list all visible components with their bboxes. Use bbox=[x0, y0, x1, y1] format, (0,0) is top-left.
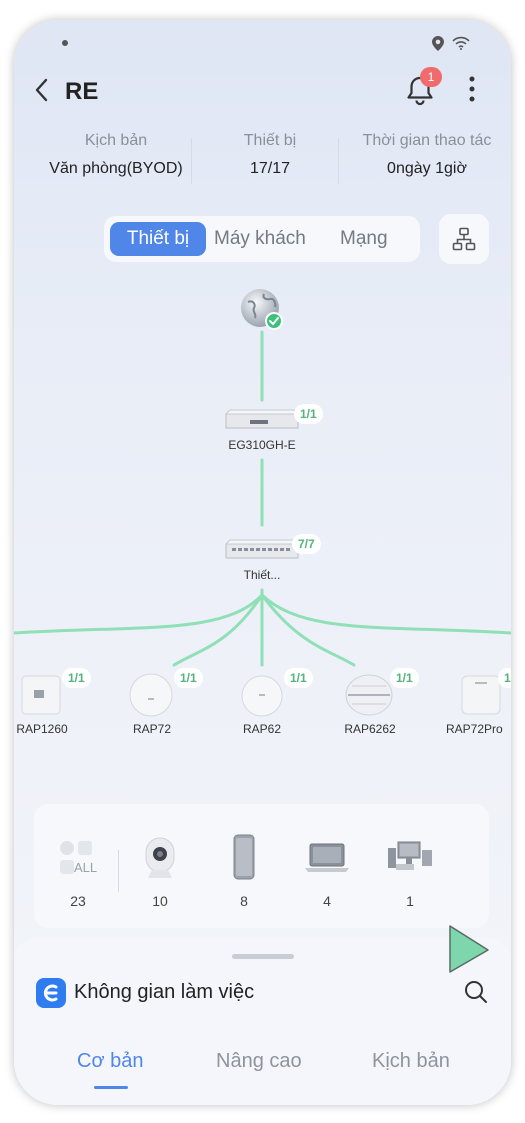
other-devices-icon bbox=[388, 841, 432, 870]
play-icon[interactable] bbox=[446, 922, 492, 974]
segment-network[interactable]: Mạng bbox=[340, 222, 388, 256]
topology-view-button[interactable] bbox=[439, 214, 489, 264]
all-count: 23 bbox=[70, 893, 86, 909]
all-label: ALL bbox=[74, 860, 98, 875]
gateway-icon bbox=[224, 409, 299, 429]
divider bbox=[191, 138, 192, 184]
ap-round-icon bbox=[241, 675, 283, 717]
ap-outdoor-icon bbox=[345, 674, 393, 716]
phone-count: 8 bbox=[240, 893, 248, 909]
phone-screen: RE 1 Kịch bản Văn phòng(BYOD) Thiết bị 1… bbox=[14, 20, 511, 1105]
ap-rap1260-label: RAP1260 bbox=[16, 722, 68, 736]
time-info: Thời gian thao tác 0ngày 1giờ bbox=[347, 132, 507, 178]
divider bbox=[118, 850, 119, 892]
topology-links bbox=[14, 330, 511, 667]
client-all[interactable]: ALL bbox=[58, 838, 98, 878]
ap-rap72[interactable] bbox=[128, 672, 174, 718]
ap-rap72pro-status: 1 bbox=[498, 668, 511, 688]
other-count: 1 bbox=[406, 893, 414, 909]
globe-icon bbox=[241, 289, 283, 330]
segment-device[interactable]: Thiết bị bbox=[110, 222, 206, 256]
phone-icon bbox=[233, 834, 255, 880]
tab-advanced[interactable]: Nâng cao bbox=[216, 1050, 302, 1073]
switch-status: 7/7 bbox=[292, 534, 321, 554]
ap-rap62-status: 1/1 bbox=[284, 668, 313, 688]
gateway-status: 1/1 bbox=[294, 404, 323, 424]
page-title: RE bbox=[65, 78, 99, 105]
client-camera[interactable] bbox=[142, 836, 178, 880]
camera-count: 10 bbox=[152, 893, 168, 909]
back-icon[interactable] bbox=[34, 78, 48, 102]
scenario-label: Kịch bản bbox=[84, 132, 148, 149]
internet-node[interactable] bbox=[240, 288, 284, 332]
ap-panel-icon bbox=[461, 675, 501, 715]
ap-rap6262[interactable] bbox=[344, 672, 394, 718]
laptop-count: 4 bbox=[323, 893, 331, 909]
gateway-device[interactable] bbox=[224, 408, 300, 430]
ap-panel-icon bbox=[21, 675, 61, 715]
divider bbox=[338, 138, 339, 184]
gateway-label: EG310GH-E bbox=[228, 438, 296, 452]
scenario-info: Kịch bản Văn phòng(BYOD) bbox=[38, 132, 194, 178]
ap-rap72pro-label: RAP72Pro bbox=[446, 722, 503, 736]
device-info: Thiết bị 17/17 bbox=[210, 132, 330, 178]
workspace-title: Không gian làm việc bbox=[74, 981, 255, 1003]
switch-label: Thiết... bbox=[243, 568, 281, 582]
tab-basic[interactable]: Cơ bản bbox=[77, 1050, 143, 1073]
wifi-icon bbox=[452, 36, 470, 50]
ap-rap62-label: RAP62 bbox=[242, 722, 282, 736]
camera-icon bbox=[145, 837, 175, 878]
notification-badge: 1 bbox=[420, 67, 442, 87]
laptop-icon bbox=[305, 843, 349, 872]
ap-rap72-label: RAP72 bbox=[132, 722, 172, 736]
switch-device[interactable] bbox=[224, 538, 300, 560]
ap-rap1260[interactable] bbox=[20, 674, 62, 716]
ap-rap72-status: 1/1 bbox=[174, 668, 203, 688]
tab-scenario[interactable]: Kịch bản bbox=[372, 1050, 450, 1073]
ap-rap1260-status: 1/1 bbox=[62, 668, 91, 688]
ap-rap6262-label: RAP6262 bbox=[344, 722, 396, 736]
workspace-icon bbox=[36, 978, 66, 1008]
topology-icon bbox=[452, 227, 476, 251]
device-value: 17/17 bbox=[249, 160, 291, 177]
bottom-sheet bbox=[14, 938, 511, 1105]
ap-rap6262-status: 1/1 bbox=[390, 668, 419, 688]
status-dot bbox=[62, 40, 68, 46]
sheet-handle[interactable] bbox=[232, 954, 294, 959]
ap-rap62[interactable] bbox=[240, 674, 284, 718]
active-tab-indicator bbox=[94, 1086, 128, 1089]
scenario-value: Văn phòng(BYOD) bbox=[49, 160, 183, 177]
switch-icon bbox=[224, 539, 299, 559]
client-phone[interactable] bbox=[232, 834, 256, 880]
location-icon bbox=[432, 36, 444, 51]
more-options-icon[interactable] bbox=[469, 76, 475, 102]
ap-round-icon bbox=[129, 673, 173, 717]
device-label: Thiết bị bbox=[243, 132, 297, 149]
search-icon[interactable] bbox=[464, 980, 488, 1004]
client-other[interactable] bbox=[386, 840, 434, 874]
time-label: Thời gian thao tác bbox=[362, 132, 492, 149]
ap-rap72pro[interactable] bbox=[460, 674, 502, 716]
time-value: 0ngày 1giờ bbox=[387, 160, 467, 177]
segment-client[interactable]: Máy khách bbox=[214, 222, 306, 256]
client-laptop[interactable] bbox=[304, 842, 350, 874]
